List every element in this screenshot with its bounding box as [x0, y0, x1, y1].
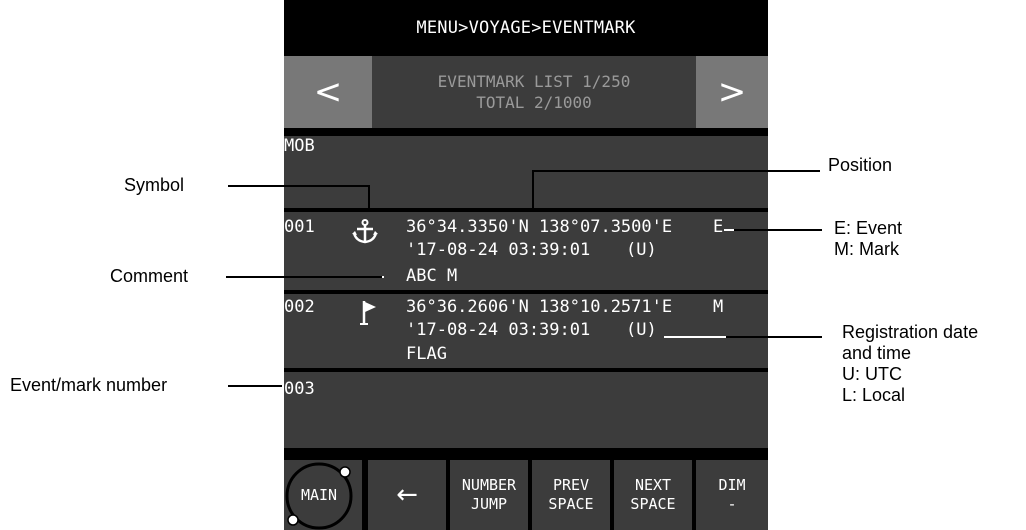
symbol-leader-drop	[368, 185, 370, 209]
registration-line3: U: UTC	[842, 364, 902, 384]
symbol-leader	[228, 185, 369, 187]
number-jump-line2: JUMP	[470, 495, 508, 513]
comment-leader	[226, 276, 382, 278]
number-jump-button[interactable]: NUMBER JUMP	[450, 460, 528, 530]
mob-label: MOB	[284, 136, 315, 156]
entry-number: 003	[284, 379, 315, 399]
type-leader-inner	[724, 229, 734, 231]
entry-position: 36°34.3350'N 138°07.3500'E	[406, 217, 673, 237]
mob-row[interactable]: MOB	[284, 136, 768, 208]
event-mark-callout: E: Event M: Mark	[834, 218, 902, 260]
list-item[interactable]: 001 36°34.3350'N 138°07.3500'E E '17-08-…	[284, 212, 768, 290]
mark-legend: M: Mark	[834, 239, 899, 259]
main-button[interactable]: MAIN	[284, 460, 362, 530]
registration-callout: Registration date and time U: UTC L: Loc…	[842, 322, 978, 406]
next-space-line2: SPACE	[630, 495, 676, 513]
entry-type: M	[713, 297, 724, 317]
device-screen: MENU>VOYAGE>EVENTMARK < EVENTMARK LIST 1…	[284, 0, 768, 530]
number-leader	[228, 385, 282, 387]
list-page-counter: EVENTMARK LIST 1/250	[437, 72, 631, 91]
entry-type: E	[713, 217, 724, 237]
back-button[interactable]: ←	[368, 460, 446, 530]
datetime-leader-inner	[664, 336, 726, 338]
next-page-button[interactable]: >	[696, 56, 768, 128]
entry-number: 001	[284, 217, 315, 237]
position-leader	[532, 170, 820, 172]
entry-comment: FLAG	[406, 344, 447, 364]
entry-timezone: (U)	[626, 240, 657, 260]
registration-leader	[726, 336, 822, 338]
list-item[interactable]: 003	[284, 372, 768, 448]
flag-icon	[360, 301, 376, 325]
prev-page-button[interactable]: <	[284, 56, 372, 128]
anchor-icon	[352, 219, 378, 244]
symbol-callout: Symbol	[124, 175, 185, 195]
number-jump-line1: NUMBER	[461, 476, 517, 494]
registration-line1: Registration date	[842, 322, 979, 342]
breadcrumb: MENU>VOYAGE>EVENTMARK	[284, 0, 768, 56]
dim-line2: -	[727, 495, 737, 513]
registration-line2: and time	[842, 343, 912, 363]
entry-datetime: '17-08-24 03:39:01	[406, 240, 591, 260]
event-mark-leader	[734, 229, 822, 231]
list-total-counter: TOTAL 2/1000	[476, 93, 592, 112]
entry-comment: ABC M	[406, 266, 458, 286]
entry-timezone: (U)	[626, 320, 657, 340]
number-callout: Event/mark number	[10, 375, 168, 395]
event-legend: E: Event	[834, 218, 903, 238]
dim-button[interactable]: DIM -	[696, 460, 768, 530]
dim-line1: DIM	[718, 476, 746, 494]
position-leader-drop	[532, 170, 534, 210]
list-item[interactable]: 002 36°36.2606'N 138°10.2571'E M '17-08-…	[284, 294, 768, 368]
prev-space-line1: PREV	[552, 476, 590, 494]
entry-number: 002	[284, 297, 315, 317]
comment-callout: Comment	[110, 266, 189, 286]
prev-space-line2: SPACE	[548, 495, 594, 513]
next-space-button[interactable]: NEXT SPACE	[614, 460, 692, 530]
entry-datetime: '17-08-24 03:39:01	[406, 320, 591, 340]
position-callout: Position	[828, 155, 893, 175]
registration-line4: L: Local	[842, 385, 906, 405]
main-label: MAIN	[300, 485, 338, 504]
next-space-line1: NEXT	[634, 476, 672, 494]
entry-position: 36°36.2606'N 138°10.2571'E	[406, 297, 673, 317]
prev-space-button[interactable]: PREV SPACE	[532, 460, 610, 530]
back-arrow-icon: ←	[396, 479, 418, 510]
list-header: EVENTMARK LIST 1/250 TOTAL 2/1000	[372, 56, 696, 128]
